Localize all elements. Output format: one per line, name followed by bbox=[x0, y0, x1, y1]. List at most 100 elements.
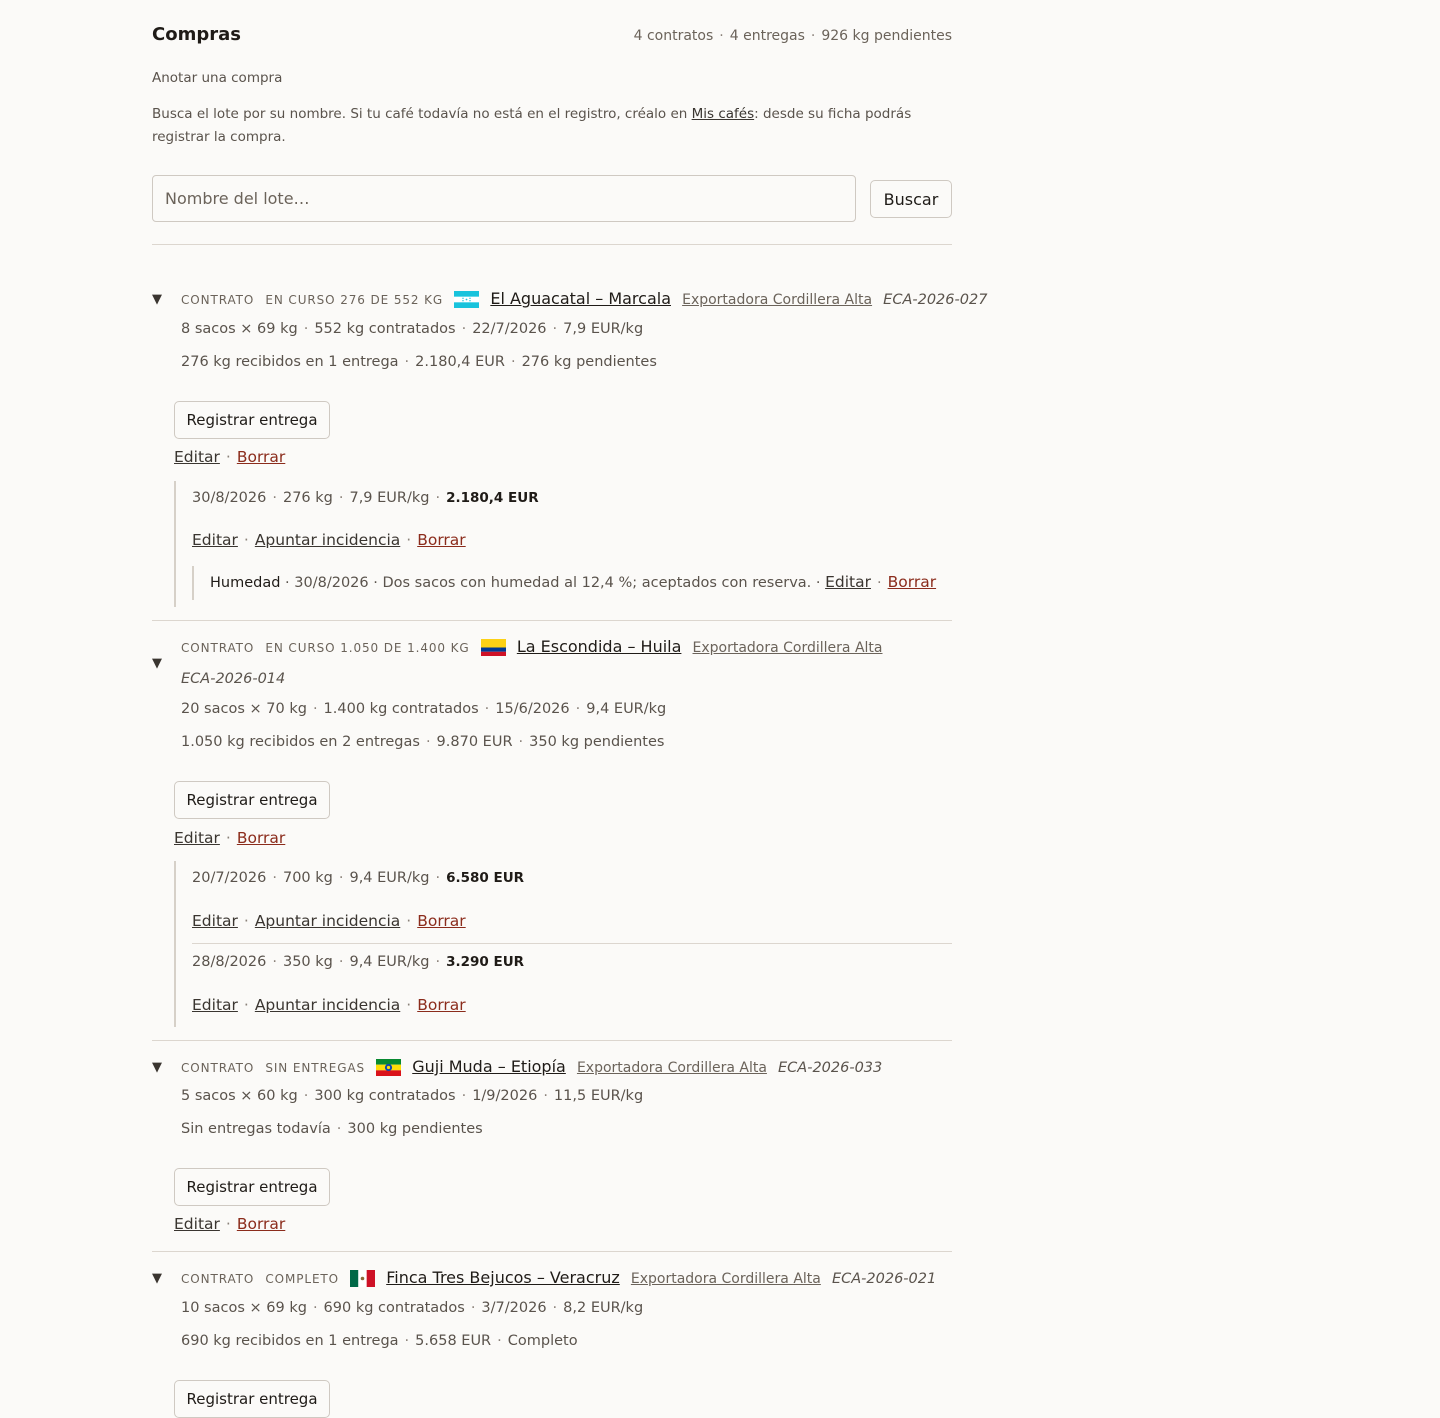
edit-contract-link[interactable]: Editar bbox=[174, 448, 220, 466]
delivery-kg: 700 kg bbox=[282, 870, 333, 886]
divider bbox=[152, 620, 952, 621]
contract-progress: 690 kg recibidos en 1 entrega · 5.658 EUR ·… bbox=[181, 1333, 578, 1349]
search-button[interactable]: Buscar bbox=[870, 180, 952, 218]
edit-incident-link[interactable]: Editar bbox=[825, 573, 871, 591]
incident-type: Humedad bbox=[210, 575, 281, 591]
contracted-kg: 552 kg contratados bbox=[314, 321, 456, 337]
register-delivery-button[interactable]: Registrar entrega bbox=[174, 1380, 330, 1418]
edit-contract-link[interactable]: Editar bbox=[174, 829, 220, 847]
deliveries-rail bbox=[174, 861, 176, 1027]
delivery-actions: Editar · Apuntar incidencia · Borrar bbox=[192, 912, 466, 930]
edit-delivery-link[interactable]: Editar bbox=[192, 912, 238, 930]
deliveries-count: 4 entregas bbox=[729, 28, 805, 44]
pending-kg: Completo bbox=[507, 1333, 578, 1349]
report-incident-link[interactable]: Apuntar incidencia bbox=[255, 996, 400, 1014]
lot-link[interactable]: Finca Tres Bejucos – Veracruz bbox=[386, 1268, 620, 1287]
delivery-date: 28/8/2026 bbox=[192, 954, 267, 970]
lot-link[interactable]: Guji Muda – Etiopía bbox=[412, 1057, 566, 1076]
contract-ref: ECA-2026-014 bbox=[181, 671, 286, 687]
contract-status: SIN ENTREGAS bbox=[265, 1061, 366, 1075]
add-purchase-title: Anotar una compra bbox=[152, 70, 283, 86]
exporter-link[interactable]: Exportadora Cordillera Alta bbox=[577, 1060, 767, 1076]
edit-delivery-link[interactable]: Editar bbox=[192, 531, 238, 549]
delete-contract-link[interactable]: Borrar bbox=[237, 829, 285, 847]
contract-status: EN CURSO 276 DE 552 KG bbox=[265, 293, 444, 307]
register-delivery-button[interactable]: Registrar entrega bbox=[174, 781, 330, 819]
delivery-divider bbox=[192, 943, 952, 944]
report-incident-link[interactable]: Apuntar incidencia bbox=[255, 531, 400, 549]
mexico-flag-icon bbox=[350, 1270, 376, 1287]
contract-status: EN CURSO 1.050 DE 1.400 KG bbox=[265, 641, 470, 655]
exporter-link[interactable]: Exportadora Cordillera Alta bbox=[693, 640, 883, 656]
contract-ref: ECA-2026-021 bbox=[831, 1271, 937, 1287]
delivery-row: 20/7/2026 · 700 kg · 9,4 EUR/kg · 6.580 EUR bbox=[192, 870, 525, 886]
lot-link[interactable]: La Escondida – Huila bbox=[517, 637, 682, 656]
exporter-link[interactable]: Exportadora Cordillera Alta bbox=[631, 1271, 821, 1287]
contract-label: CONTRATO bbox=[181, 1061, 255, 1075]
report-incident-link[interactable]: Apuntar incidencia bbox=[255, 912, 400, 930]
deliveries-rail bbox=[174, 481, 176, 607]
contract-terms: 20 sacos × 70 kg · 1.400 kg contratados · 15… bbox=[181, 701, 667, 717]
collapse-toggle-icon[interactable]: ▼ bbox=[152, 1271, 162, 1286]
delivery-total: 2.180,4 EUR bbox=[446, 490, 539, 506]
pending-kg: 300 kg pendientes bbox=[347, 1121, 483, 1137]
edit-delivery-link[interactable]: Editar bbox=[192, 996, 238, 1014]
contract-status: COMPLETO bbox=[265, 1272, 340, 1286]
exporter-link[interactable]: Exportadora Cordillera Alta bbox=[682, 292, 872, 308]
delete-contract-link[interactable]: Borrar bbox=[237, 448, 285, 466]
add-purchase-help: Busca el lote por su nombre. Si tu café … bbox=[152, 103, 952, 149]
received-kg: 276 kg recibidos en 1 entrega bbox=[181, 354, 399, 370]
contract-ref: ECA-2026-027 bbox=[883, 292, 988, 308]
contract-terms: 5 sacos × 60 kg · 300 kg contratados · 1/9/2… bbox=[181, 1088, 644, 1104]
contracted-kg: 300 kg contratados bbox=[314, 1088, 456, 1104]
contract-header: CONTRATO EN CURSO 276 DE 552 KG El Aguac… bbox=[181, 289, 987, 308]
contracts-count: 4 contratos bbox=[633, 28, 714, 44]
contract-label: CONTRATO bbox=[181, 641, 255, 655]
collapse-toggle-icon[interactable]: ▼ bbox=[152, 292, 162, 307]
received-amount: 5.658 EUR bbox=[415, 1333, 492, 1349]
delete-delivery-link[interactable]: Borrar bbox=[417, 912, 465, 930]
lot-search-input[interactable] bbox=[152, 175, 856, 222]
delivery-date: 20/7/2026 bbox=[192, 870, 267, 886]
contract-terms: 8 sacos × 69 kg · 552 kg contratados · 22/7/… bbox=[181, 321, 644, 337]
delivery-actions: Editar · Apuntar incidencia · Borrar bbox=[192, 531, 466, 549]
bags: 10 sacos × 69 kg bbox=[181, 1300, 307, 1316]
contract-date: 3/7/2026 bbox=[481, 1300, 547, 1316]
received-amount: 9.870 EUR bbox=[436, 734, 513, 750]
contract-price: 7,9 EUR/kg bbox=[563, 321, 644, 337]
delete-delivery-link[interactable]: Borrar bbox=[417, 531, 465, 549]
delivery-kg: 276 kg bbox=[282, 490, 333, 506]
contract-date: 1/9/2026 bbox=[472, 1088, 538, 1104]
contract-price: 8,2 EUR/kg bbox=[563, 1300, 644, 1316]
divider bbox=[152, 244, 952, 245]
received-amount: 2.180,4 EUR bbox=[415, 354, 505, 370]
incident-date: 30/8/2026 bbox=[294, 575, 369, 591]
honduras-flag-icon bbox=[454, 291, 480, 308]
collapse-toggle-icon[interactable]: ▼ bbox=[152, 1060, 162, 1075]
contract-terms: 10 sacos × 69 kg · 690 kg contratados · 3/7/… bbox=[181, 1300, 644, 1316]
bags: 20 sacos × 70 kg bbox=[181, 701, 307, 717]
delivery-row: 28/8/2026 · 350 kg · 9,4 EUR/kg · 3.290 EUR bbox=[192, 954, 525, 970]
delivery-price: 9,4 EUR/kg bbox=[349, 870, 430, 886]
delivery-date: 30/8/2026 bbox=[192, 490, 267, 506]
delivery-total: 3.290 EUR bbox=[446, 954, 525, 970]
contract-price: 11,5 EUR/kg bbox=[553, 1088, 644, 1104]
delete-delivery-link[interactable]: Borrar bbox=[417, 996, 465, 1014]
delivery-price: 9,4 EUR/kg bbox=[349, 954, 430, 970]
delete-contract-link[interactable]: Borrar bbox=[237, 1215, 285, 1233]
lot-link[interactable]: El Aguacatal – Marcala bbox=[490, 289, 671, 308]
incident-text: Dos sacos con humedad al 12,4 %; aceptad… bbox=[382, 575, 812, 591]
register-delivery-button[interactable]: Registrar entrega bbox=[174, 1168, 330, 1206]
contract-header: CONTRATO SIN ENTREGAS Guji Muda – Etiopí… bbox=[181, 1057, 882, 1076]
delivery-price: 7,9 EUR/kg bbox=[349, 490, 430, 506]
purchases-summary: 4 contratos · 4 entregas · 926 kg pendientes bbox=[633, 28, 952, 44]
my-coffees-link[interactable]: Mis cafés bbox=[692, 106, 755, 122]
contract-actions: Editar · Borrar bbox=[174, 829, 286, 847]
register-delivery-button[interactable]: Registrar entrega bbox=[174, 401, 330, 439]
contract-progress: 276 kg recibidos en 1 entrega · 2.180,4 EU… bbox=[181, 354, 657, 370]
collapse-toggle-icon[interactable]: ▼ bbox=[152, 656, 162, 671]
edit-contract-link[interactable]: Editar bbox=[174, 1215, 220, 1233]
delete-incident-link[interactable]: Borrar bbox=[888, 573, 936, 591]
incident-rail bbox=[192, 566, 194, 600]
received-kg: 690 kg recibidos en 1 entrega bbox=[181, 1333, 399, 1349]
